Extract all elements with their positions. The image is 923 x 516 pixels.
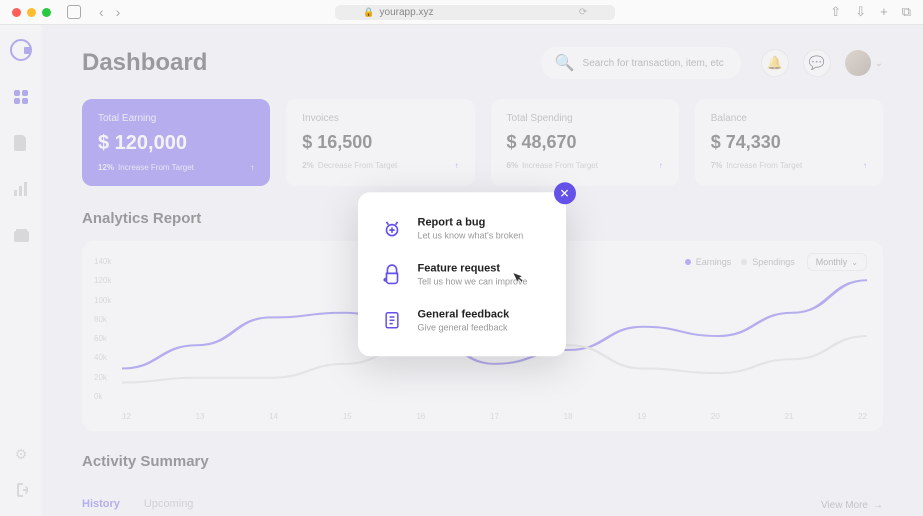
search-icon: 🔍 (555, 53, 575, 73)
tabs-icon[interactable]: ⧉ (902, 4, 911, 20)
arrow-up-icon: ↑ (659, 161, 663, 170)
card-delta: 7%Increase From Target ↑ (711, 161, 867, 170)
forward-button[interactable]: › (116, 4, 121, 20)
modal-item-title: General feedback (418, 308, 510, 320)
logout-icon (14, 483, 28, 497)
dropdown-label: Monthly (816, 257, 848, 267)
arrow-up-icon: ↑ (863, 161, 867, 170)
window-controls (12, 8, 51, 17)
activity-title: Activity Summary (82, 453, 883, 470)
minimize-window[interactable] (27, 8, 36, 17)
card-delta: 12%Increase From Target ↑ (98, 163, 254, 172)
share-icon[interactable]: ⇧ (830, 4, 841, 20)
sidebar-item-wallet[interactable] (13, 227, 29, 243)
tab-history[interactable]: History (82, 498, 120, 516)
bell-icon: 🔔 (767, 55, 783, 71)
reload-icon[interactable]: ⟳ (579, 7, 587, 18)
user-menu[interactable]: ⌄ (845, 50, 883, 76)
card-value: $ 48,670 (507, 132, 663, 153)
card-value: $ 74,330 (711, 132, 867, 153)
bars-icon (14, 182, 28, 196)
stat-card-1[interactable]: Invoices $ 16,500 2%Decrease From Target… (286, 99, 474, 186)
search-wrap[interactable]: 🔍 (541, 47, 741, 79)
stat-cards: Total Earning $ 120,000 12%Increase From… (82, 99, 883, 186)
close-window[interactable] (12, 8, 21, 17)
x-axis: 1213141516171819202122 (122, 412, 867, 421)
notifications-button[interactable]: 🔔 (761, 49, 789, 77)
sidebar-item-settings[interactable]: ⚙ (13, 446, 29, 462)
stat-card-2[interactable]: Total Spending $ 48,670 6%Increase From … (491, 99, 679, 186)
sidebar-item-analytics[interactable] (13, 181, 29, 197)
legend-item: Spendings (741, 257, 795, 267)
arrow-up-icon: ↑ (250, 163, 254, 172)
feature-request-icon (380, 262, 404, 286)
new-tab-icon[interactable]: + (880, 4, 888, 20)
chart-period-dropdown[interactable]: Monthly ⌄ (807, 253, 867, 271)
grid-icon (14, 90, 28, 104)
arrow-right-icon: → (873, 500, 883, 511)
sidebar: ⚙ (0, 25, 42, 516)
general-feedback-icon (380, 308, 404, 332)
avatar (845, 50, 871, 76)
card-delta: 2%Decrease From Target ↑ (302, 161, 458, 170)
url-text: yourapp.xyz (380, 7, 434, 18)
download-icon[interactable]: ⇩ (855, 4, 866, 20)
modal-close-button[interactable]: ✕ (554, 182, 576, 204)
card-delta: 6%Increase From Target ↑ (507, 161, 663, 170)
close-icon: ✕ (559, 186, 569, 200)
chevron-down-icon: ⌄ (875, 58, 883, 69)
browser-chrome: ‹ › 🔒 yourapp.xyz ⟳ ⇧ ⇩ + ⧉ (0, 0, 923, 25)
cursor-pointer-icon (511, 272, 525, 291)
feedback-modal: ✕ Report a bug Let us know what's broken… (358, 192, 566, 356)
arrow-up-icon: ↑ (455, 161, 459, 170)
document-icon (14, 135, 28, 151)
page-title: Dashboard (82, 49, 207, 77)
y-axis: 140k120k100k80k60k40k20k0k (94, 257, 111, 401)
search-input[interactable] (583, 58, 727, 69)
card-value: $ 120,000 (98, 132, 254, 155)
back-button[interactable]: ‹ (99, 4, 104, 20)
maximize-window[interactable] (42, 8, 51, 17)
tab-upcoming[interactable]: Upcoming (144, 498, 194, 516)
sidebar-toggle-icon[interactable] (67, 5, 81, 19)
chat-icon: 💬 (809, 55, 825, 71)
chevron-down-icon: ⌄ (851, 258, 858, 267)
modal-item-subtitle: Let us know what's broken (418, 230, 524, 240)
gear-icon: ⚙ (15, 446, 28, 463)
card-label: Total Spending (507, 113, 663, 124)
card-label: Invoices (302, 113, 458, 124)
app-logo[interactable] (10, 39, 32, 61)
sidebar-item-documents[interactable] (13, 135, 29, 151)
view-more-link[interactable]: View More → (821, 500, 883, 511)
card-label: Total Earning (98, 113, 254, 124)
sidebar-item-logout[interactable] (13, 482, 29, 498)
wallet-icon (14, 229, 29, 242)
modal-item-title: Report a bug (418, 216, 524, 228)
modal-item-subtitle: Give general feedback (418, 322, 510, 332)
card-label: Balance (711, 113, 867, 124)
activity-tabs: History Upcoming (82, 498, 821, 516)
modal-item-general-feedback[interactable]: General feedback Give general feedback (380, 308, 544, 332)
lock-icon: 🔒 (363, 7, 374, 18)
card-value: $ 16,500 (302, 132, 458, 153)
report-bug-icon (380, 216, 404, 240)
modal-item-report-bug[interactable]: Report a bug Let us know what's broken (380, 216, 544, 240)
stat-card-0[interactable]: Total Earning $ 120,000 12%Increase From… (82, 99, 270, 186)
view-more-label: View More (821, 500, 868, 511)
url-bar[interactable]: 🔒 yourapp.xyz ⟳ (335, 5, 615, 20)
legend-item: Earnings (685, 257, 732, 267)
stat-card-3[interactable]: Balance $ 74,330 7%Increase From Target … (695, 99, 883, 186)
messages-button[interactable]: 💬 (803, 49, 831, 77)
sidebar-item-dashboard[interactable] (13, 89, 29, 105)
